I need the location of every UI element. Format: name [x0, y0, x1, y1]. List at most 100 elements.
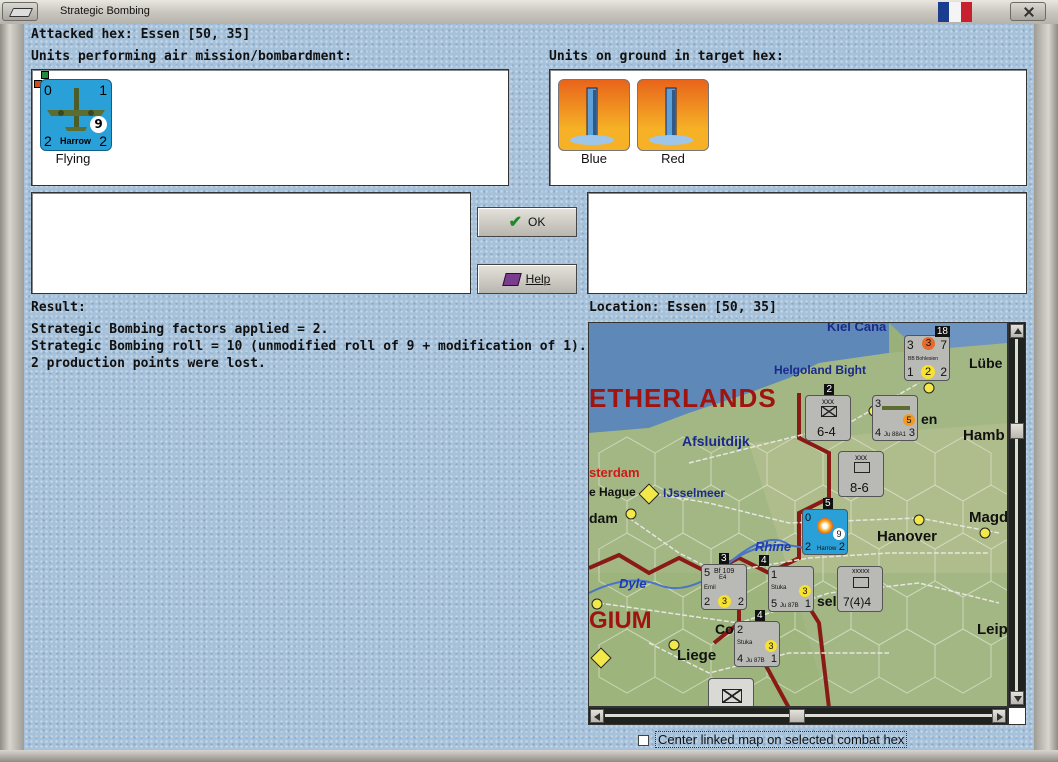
map-counter-stuka-1[interactable]: 4 1 Stuka 3 5 Ju 87B 1: [759, 555, 814, 612]
map-label-hamb: Hamb: [963, 427, 1005, 444]
counter-badge: 5: [823, 498, 833, 509]
map-label-dam: dam: [589, 510, 618, 526]
help-label: Help: [525, 272, 551, 286]
counter-value: 8-6: [850, 480, 869, 495]
minimize-button[interactable]: [2, 2, 38, 21]
window-title: Strategic Bombing: [60, 5, 150, 17]
counter-value: 3: [907, 338, 914, 352]
counter-badge: 3: [719, 553, 729, 564]
counter-value: 2: [737, 624, 744, 636]
map-label-co: Co: [715, 621, 734, 637]
counter-value: 5: [771, 598, 778, 610]
factory-icon: [649, 87, 693, 145]
unit-top-left: 0: [44, 82, 52, 98]
ground-unit-red[interactable]: [637, 79, 709, 151]
vertical-scroll-thumb[interactable]: [1010, 423, 1024, 439]
map-counter-homeland[interactable]: xxxxx 7(4)4: [837, 566, 883, 612]
map-counter-corps-xxiii[interactable]: 2 xxx 6-4: [805, 384, 851, 441]
horizontal-scroll-thumb[interactable]: [789, 709, 805, 723]
counter-name: Stuka: [737, 640, 753, 646]
result-line: Strategic Bombing roll = 10 (unmodified …: [31, 339, 587, 354]
counter-value: 1: [804, 598, 811, 610]
unit-top-right: 1: [99, 82, 107, 98]
motorized-symbol-icon: [821, 406, 837, 417]
map-view[interactable]: Kiel Cana Helgoland Bight Lübe ETHERLAND…: [588, 322, 1008, 707]
map-label-gium: GIUM: [589, 607, 652, 634]
air-unit-status: Flying: [55, 151, 91, 166]
result-line: 2 production points were lost.: [31, 356, 266, 371]
armor-symbol-icon: [853, 577, 869, 588]
center-map-checkbox[interactable]: [638, 735, 649, 746]
aircraft-icon: [882, 406, 910, 410]
counter-value: 3: [718, 595, 731, 608]
counter-value: 3: [922, 337, 935, 350]
attacked-hex-label: Attacked hex: Essen [50, 35]: [31, 27, 251, 42]
counter-name: BB Bohlesien: [908, 356, 939, 362]
minimize-icon: [8, 8, 34, 17]
close-button[interactable]: [1010, 2, 1046, 21]
scroll-down-button[interactable]: [1010, 691, 1024, 705]
center-map-checkbox-label[interactable]: Center linked map on selected combat hex: [655, 731, 908, 748]
left-border: [0, 24, 24, 750]
counter-value: 2: [737, 596, 744, 608]
map-counter-corps-xxvii[interactable]: xxx 8-6: [838, 451, 884, 497]
defender-results-panel: [587, 192, 1027, 294]
armor-symbol-icon: [854, 462, 870, 473]
map-counter-stuka-2[interactable]: 4 2 Stuka 3 4 Ju 87B 1: [734, 610, 780, 667]
counter-value: 3: [875, 398, 882, 410]
counter-size: xxxxx: [852, 568, 870, 575]
map-label-en: en: [921, 411, 938, 427]
map-label-rhine: Rhine: [755, 539, 792, 554]
arrow-up-icon: [1014, 328, 1022, 334]
map-counter-battleship[interactable]: 18 3 3 7 BB Bohlesien 1 2 2: [904, 326, 950, 381]
counter-value: 5: [704, 567, 711, 579]
unit-circle-value: 9: [90, 116, 107, 133]
ground-unit-blue-caption: Blue: [580, 151, 608, 166]
map-counter-ju88[interactable]: 3 5 4 Ju 88A1 3: [872, 395, 918, 441]
map-label-liege: Liege: [677, 647, 717, 664]
counter-value: 3: [908, 427, 915, 439]
infantry-symbol-icon: [722, 689, 742, 703]
map-label-amsterdam: sterdam: [589, 465, 640, 480]
result-text: Strategic Bombing factors applied = 2. S…: [31, 321, 587, 372]
map-label-magd: Magd: [969, 509, 1008, 526]
arrow-left-icon: [594, 713, 600, 721]
map-vertical-scrollbar[interactable]: [1008, 322, 1026, 707]
air-unit-harrow[interactable]: 0 1 9 Harrow 2 2: [40, 79, 112, 151]
counter-value: 0: [805, 512, 812, 524]
counter-size: xxx: [855, 453, 867, 462]
explosion-icon: [817, 518, 833, 534]
map-counter-bf109[interactable]: 3 5 Bf 109 E4 Emil 2 3 2: [701, 553, 747, 610]
map-label-hague: e Hague: [589, 485, 636, 499]
bottom-border: [0, 750, 1058, 762]
unit-bottom-left: 2: [44, 133, 52, 149]
map-counter-infantry[interactable]: [708, 678, 754, 706]
scroll-left-button[interactable]: [590, 709, 604, 723]
ground-unit-blue[interactable]: [558, 79, 630, 151]
title-bar: Strategic Bombing: [0, 0, 1058, 25]
help-book-icon: [501, 272, 522, 286]
result-label: Result:: [31, 300, 86, 315]
map-counter-harrow[interactable]: 5 0 9 2 Harrow 2: [802, 498, 848, 555]
map-label-hanover: Hanover: [877, 528, 938, 545]
scroll-up-button[interactable]: [1010, 324, 1024, 338]
counter-badge: 4: [755, 610, 765, 621]
help-button[interactable]: Help: [477, 264, 577, 294]
counter-badge: 2: [824, 384, 834, 395]
map-label-dyle: Dyle: [619, 576, 647, 591]
counter-name: Bf 109: [714, 568, 735, 575]
result-line: Strategic Bombing factors applied = 2.: [31, 322, 329, 337]
map-label-netherlands: ETHERLANDS: [589, 383, 777, 413]
map-label-kiel: Kiel Cana: [827, 322, 887, 334]
counter-value: E4: [719, 575, 727, 581]
ok-button[interactable]: ✔ OK: [477, 207, 577, 237]
checkmark-icon: ✔: [508, 214, 523, 231]
ground-units-label: Units on ground in target hex:: [549, 49, 784, 64]
map-horizontal-scrollbar[interactable]: [588, 707, 1008, 725]
unit-name: Harrow: [60, 136, 92, 146]
scroll-right-button[interactable]: [992, 709, 1006, 723]
counter-name: Stuka: [771, 585, 787, 591]
counter-value: 4: [875, 427, 882, 439]
counter-badge: 4: [759, 555, 769, 566]
counter-size: xxx: [822, 397, 834, 406]
